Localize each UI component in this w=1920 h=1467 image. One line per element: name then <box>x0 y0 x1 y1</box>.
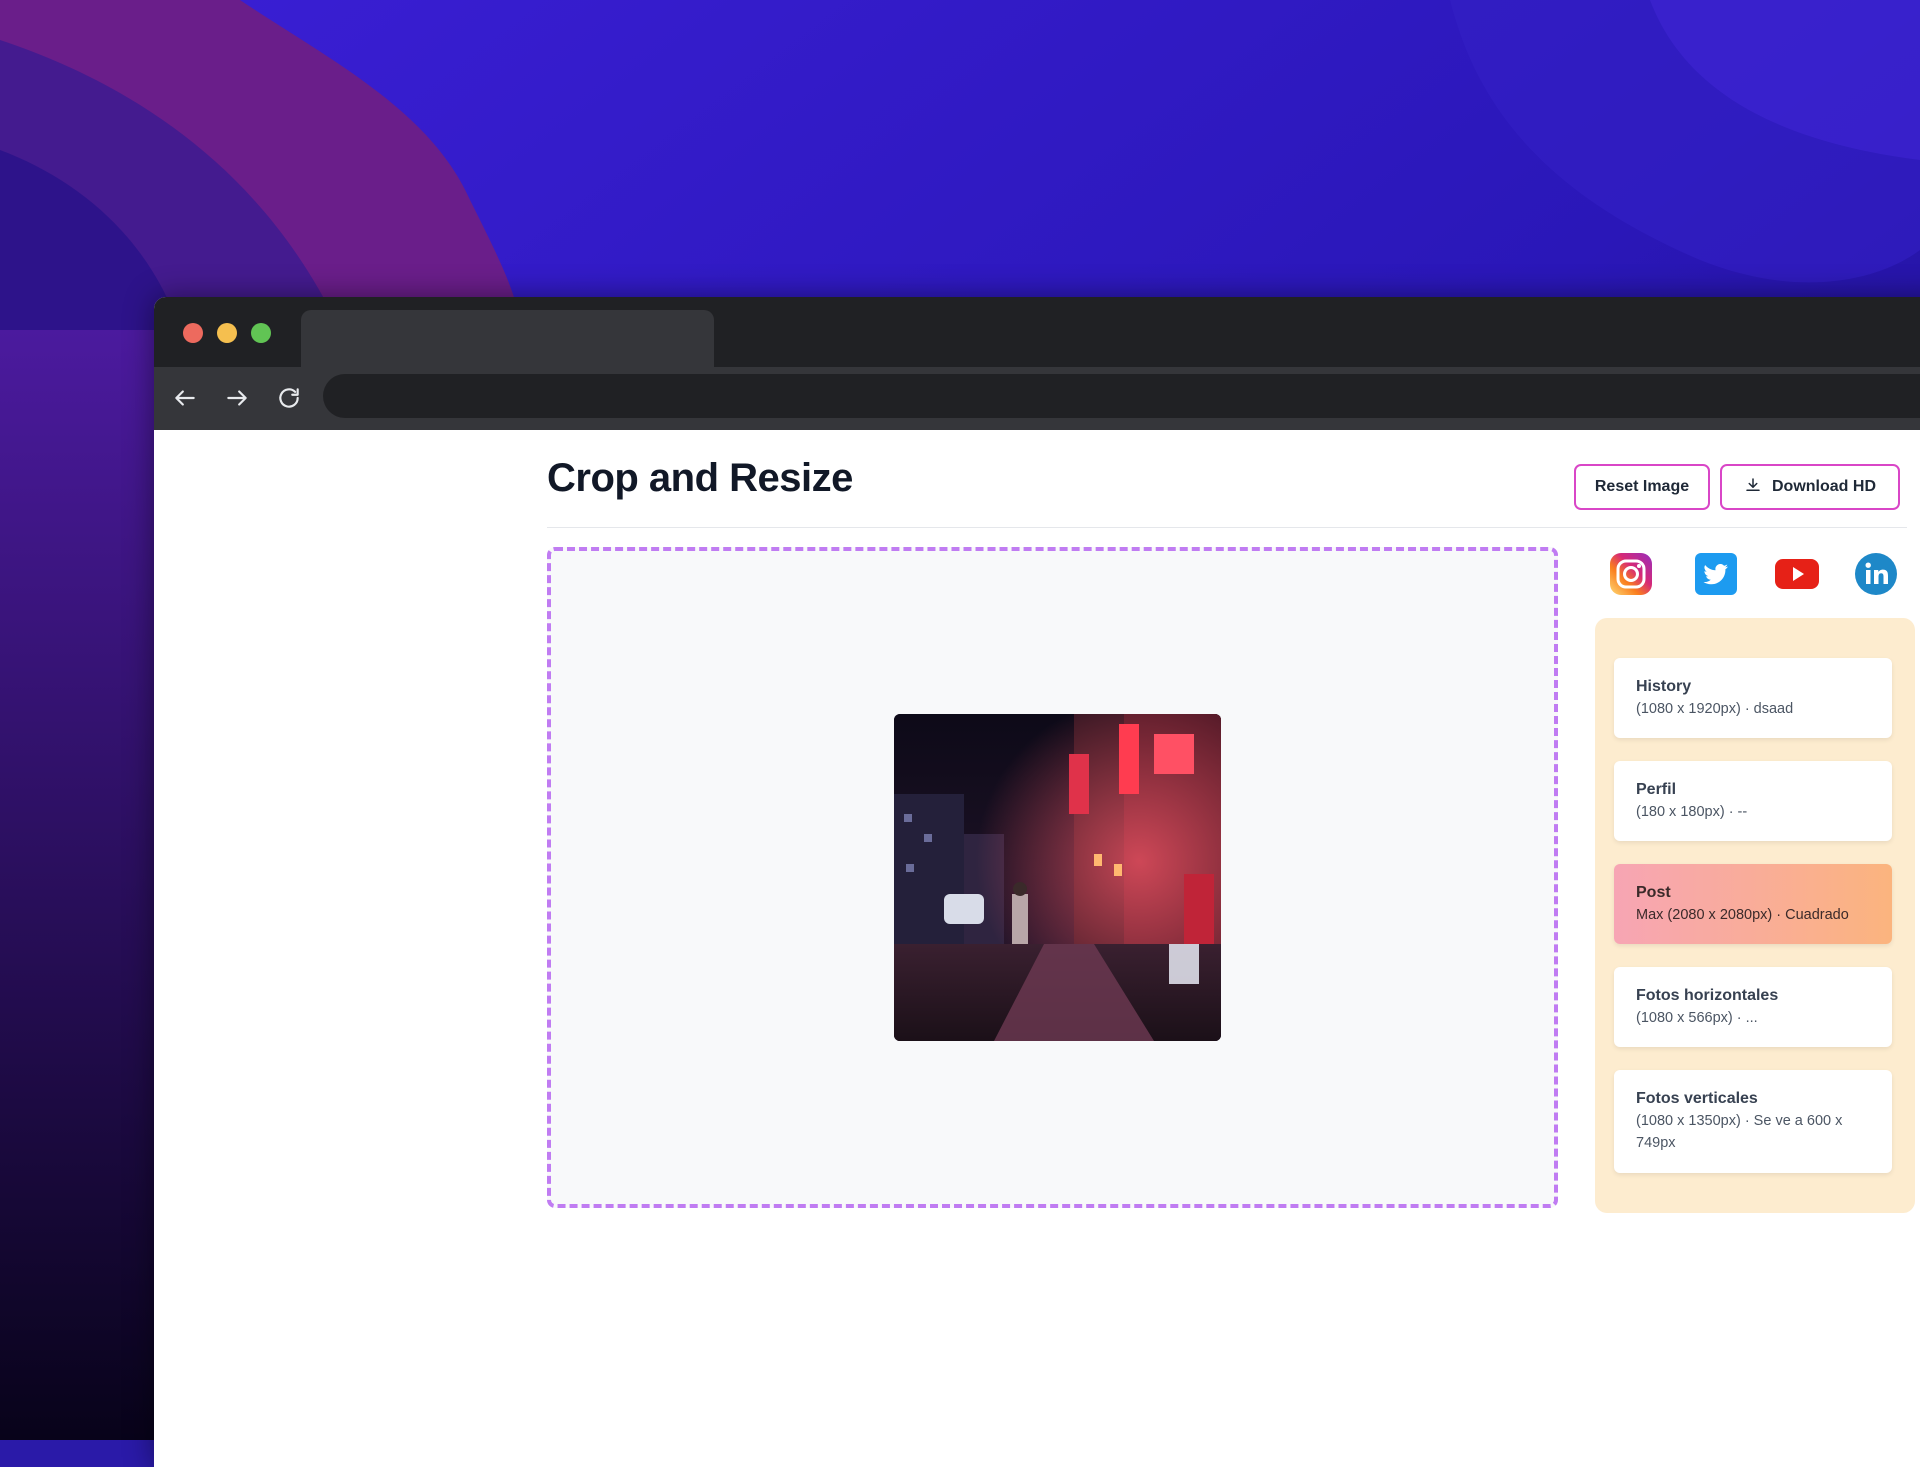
download-icon <box>1744 476 1762 499</box>
twitter-icon[interactable] <box>1694 552 1738 596</box>
back-arrow-icon[interactable] <box>170 383 200 413</box>
reset-image-button[interactable]: Reset Image <box>1574 464 1710 510</box>
minimize-window-button[interactable] <box>217 323 237 343</box>
preset-name: Post <box>1636 884 1671 901</box>
maximize-window-button[interactable] <box>251 323 271 343</box>
youtube-icon[interactable] <box>1774 552 1820 596</box>
page-title: Crop and Resize <box>547 456 853 500</box>
browser-window: Crop and Resize Reset Image Download HD <box>154 297 1920 1467</box>
browser-tab[interactable] <box>301 310 714 367</box>
social-networks-bar <box>1609 552 1909 604</box>
preset-name: Perfil <box>1636 781 1677 798</box>
preset-description: (1080 x 566px) · ... <box>1636 1010 1758 1026</box>
browser-tab-bar <box>154 297 1920 367</box>
app-page: Crop and Resize Reset Image Download HD <box>154 430 1920 1467</box>
download-hd-button[interactable]: Download HD <box>1720 464 1900 510</box>
download-hd-label: Download HD <box>1772 478 1876 495</box>
reload-icon[interactable] <box>274 383 304 413</box>
preset-name: Fotos verticales <box>1636 1090 1758 1107</box>
image-crop-area[interactable] <box>547 547 1558 1208</box>
preset-post[interactable]: Post Max (2080 x 2080px) · Cuadrado <box>1614 864 1892 944</box>
forward-arrow-icon[interactable] <box>222 383 252 413</box>
preset-fotos-horizontales[interactable]: Fotos horizontales (1080 x 566px) · ... <box>1614 967 1892 1047</box>
address-bar[interactable] <box>323 374 1920 418</box>
preset-description: (1080 x 1920px) · dsaad <box>1636 701 1794 717</box>
preset-description: (180 x 180px) · -- <box>1636 804 1748 820</box>
preset-perfil[interactable]: Perfil (180 x 180px) · -- <box>1614 761 1892 841</box>
preset-name: History <box>1636 678 1692 695</box>
reset-image-label: Reset Image <box>1594 478 1690 495</box>
preset-fotos-verticales[interactable]: Fotos verticales (1080 x 1350px) · Se ve… <box>1614 1070 1892 1173</box>
instagram-icon[interactable] <box>1609 552 1653 596</box>
header-divider <box>547 527 1907 528</box>
preset-sizes-panel: History (1080 x 1920px) · dsaad Perfil (… <box>1595 618 1915 1213</box>
preset-history[interactable]: History (1080 x 1920px) · dsaad <box>1614 658 1892 738</box>
window-controls <box>183 323 271 343</box>
linkedin-icon[interactable] <box>1854 552 1898 596</box>
uploaded-image-preview[interactable] <box>894 714 1221 1041</box>
preset-description: (1080 x 1350px) · Se ve a 600 x 749px <box>1636 1113 1843 1151</box>
browser-toolbar <box>154 367 1920 430</box>
preset-description: Max (2080 x 2080px) · Cuadrado <box>1636 907 1849 923</box>
preset-name: Fotos horizontales <box>1636 987 1779 1004</box>
close-window-button[interactable] <box>183 323 203 343</box>
